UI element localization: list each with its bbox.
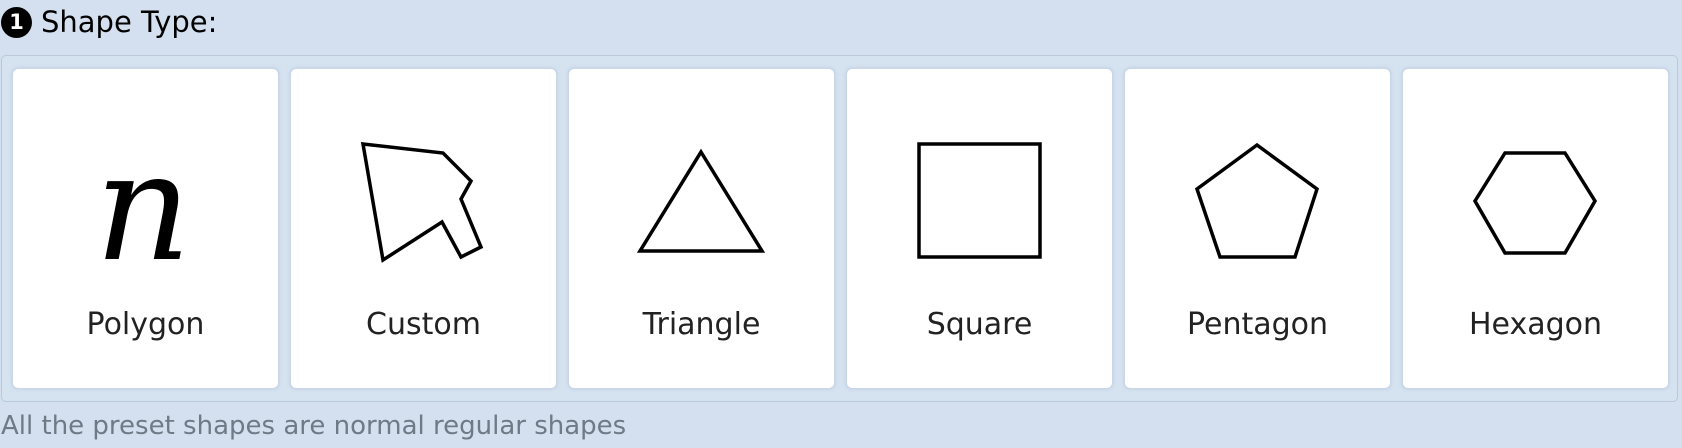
pentagon-icon: [1194, 142, 1320, 259]
shape-option-label: Polygon: [86, 307, 205, 342]
triangle-icon: [636, 148, 766, 253]
shape-type-header: 1 Shape Type:: [0, 6, 217, 38]
shape-option-square[interactable]: Square: [847, 69, 1112, 388]
square-icon: [917, 142, 1042, 259]
step-number-badge: 1: [1, 6, 32, 38]
shape-option-hexagon[interactable]: Hexagon: [1403, 69, 1668, 388]
shape-options-panel: n Polygon Custom Triangle Square Pentago…: [1, 55, 1678, 402]
shape-option-label: Square: [926, 307, 1033, 342]
shape-option-label: Hexagon: [1468, 307, 1603, 342]
shape-option-triangle[interactable]: Triangle: [569, 69, 834, 388]
shape-option-polygon[interactable]: n Polygon: [13, 69, 278, 388]
hexagon-icon: [1472, 151, 1598, 255]
shape-option-custom[interactable]: Custom: [291, 69, 556, 388]
shape-option-label: Custom: [366, 307, 481, 342]
shape-option-label: Triangle: [642, 307, 761, 342]
shape-type-title: Shape Type:: [41, 5, 218, 39]
italic-n-icon: n: [95, 121, 192, 295]
preset-shapes-note: All the preset shapes are normal regular…: [1, 411, 627, 441]
custom-polygon-icon: [360, 142, 484, 263]
shape-option-pentagon[interactable]: Pentagon: [1125, 69, 1390, 388]
shape-option-label: Pentagon: [1186, 307, 1329, 342]
italic-n-glyph: n: [95, 121, 192, 295]
